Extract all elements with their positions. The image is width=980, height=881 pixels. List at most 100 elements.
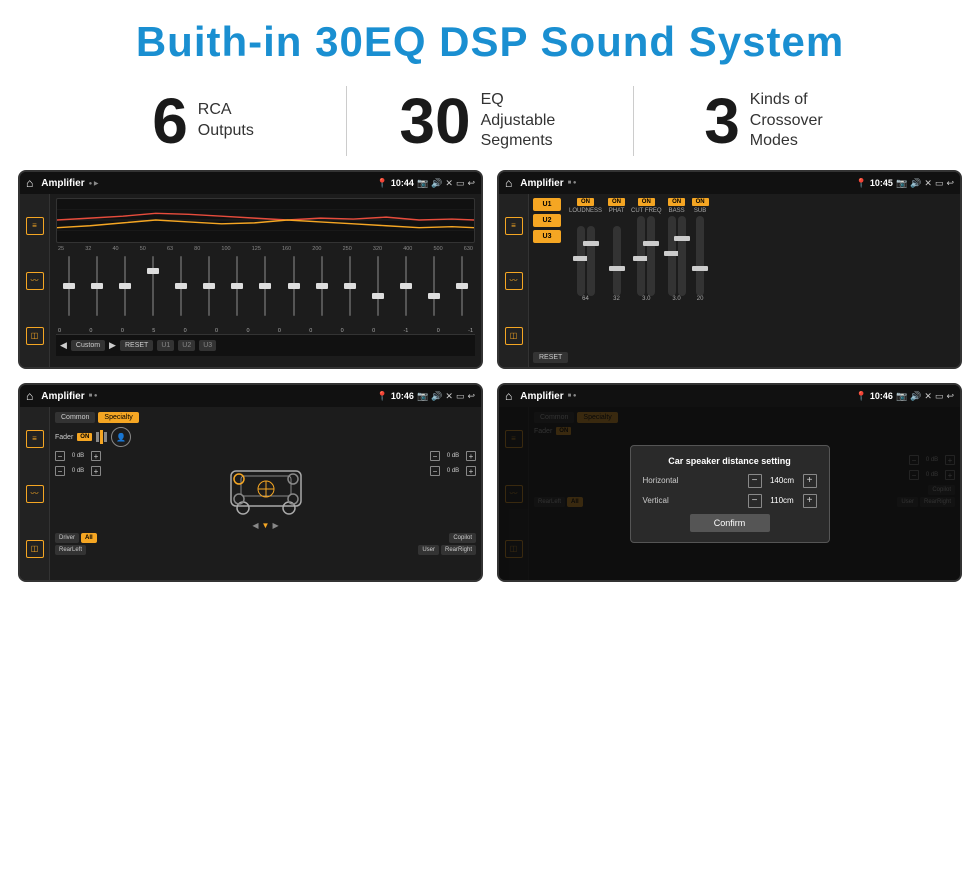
home-icon-4[interactable]: ⌂ — [505, 389, 512, 403]
amp-icon-1[interactable]: ≡ — [505, 217, 523, 235]
spk-icon-3[interactable]: ◫ — [26, 540, 44, 558]
btn-rearleft-3[interactable]: RearLeft — [55, 545, 86, 555]
home-icon-3[interactable]: ⌂ — [26, 389, 33, 403]
next-btn[interactable]: ▶ — [109, 340, 116, 351]
eq-slider-10[interactable] — [309, 256, 335, 326]
spk-icon-2[interactable]: 〰 — [26, 485, 44, 503]
screen-eq: ⌂ Amplifier ● ▶ 📍 10:44 📷 🔊 ✕ ▭ ↩ ≡ 〰 — [18, 170, 483, 369]
eq-icon-2[interactable]: 〰 — [26, 272, 44, 290]
eq-slider-6[interactable] — [196, 256, 222, 326]
spk-icon-1[interactable]: ≡ — [26, 430, 44, 448]
back-icon-1[interactable]: ↩ — [467, 178, 475, 189]
eq-sidebar: ≡ 〰 ◫ — [20, 194, 50, 367]
btn-user-3[interactable]: User — [418, 545, 439, 555]
fader-on-3[interactable]: ON — [77, 433, 92, 441]
eq-icon-3[interactable]: ◫ — [26, 327, 44, 345]
tab-specialty-3[interactable]: Specialty — [98, 412, 138, 423]
eq-slider-3[interactable] — [112, 256, 138, 326]
btn-copilot-3[interactable]: Copilot — [449, 533, 476, 543]
rl-value-3: 0 dB — [67, 468, 89, 474]
dialog-title: Car speaker distance setting — [643, 456, 817, 466]
eq-slider-12[interactable] — [365, 256, 391, 326]
x-icon-3: ✕ — [445, 391, 453, 402]
head-unit-eq: ⌂ Amplifier ● ▶ 📍 10:44 📷 🔊 ✕ ▭ ↩ ≡ 〰 — [20, 172, 481, 367]
fr-minus-3[interactable]: − — [430, 451, 440, 461]
btn-driver-3[interactable]: Driver — [55, 533, 79, 543]
speaker-main-3: Common Specialty Fader ON 👤 — [50, 407, 481, 580]
arr-right-3[interactable]: ▶ — [272, 521, 278, 530]
eq-slider-13[interactable] — [393, 256, 419, 326]
cutfreq-slider-f[interactable] — [637, 216, 645, 296]
sub-value: 20 — [697, 296, 704, 302]
eq-slider-15[interactable] — [449, 256, 475, 326]
back-icon-3[interactable]: ↩ — [467, 391, 475, 402]
preset-u3[interactable]: U3 — [533, 230, 561, 243]
bass-slider-g[interactable] — [678, 216, 686, 296]
eq-slider-2[interactable] — [84, 256, 110, 326]
prev-btn[interactable]: ◀ — [60, 340, 67, 351]
back-icon-4[interactable]: ↩ — [946, 391, 954, 402]
u3-btn[interactable]: U3 — [199, 340, 216, 351]
eq-slider-8[interactable] — [252, 256, 278, 326]
amp-reset-btn[interactable]: RESET — [533, 352, 568, 363]
arr-left-3[interactable]: ◀ — [252, 521, 258, 530]
amp-main: U1 U2 U3 ON LOUDNESS — [529, 194, 960, 367]
cutfreq-on[interactable]: ON — [638, 198, 655, 206]
rl-minus-3[interactable]: − — [55, 466, 65, 476]
amp-icon-2[interactable]: 〰 — [505, 272, 523, 290]
u2-btn[interactable]: U2 — [178, 340, 195, 351]
u1-btn[interactable]: U1 — [157, 340, 174, 351]
fl-plus-3[interactable]: + — [91, 451, 101, 461]
vertical-minus[interactable]: − — [748, 494, 762, 508]
vertical-plus[interactable]: + — [803, 494, 817, 508]
horizontal-minus[interactable]: − — [748, 474, 762, 488]
custom-btn[interactable]: Custom — [71, 340, 105, 351]
eq-slider-5[interactable] — [168, 256, 194, 326]
btn-rearright-3[interactable]: RearRight — [441, 545, 476, 555]
confirm-button[interactable]: Confirm — [690, 514, 770, 532]
reset-btn[interactable]: RESET — [120, 340, 153, 351]
vol-icon-2: 🔊 — [910, 178, 921, 189]
x-icon-1: ✕ — [445, 178, 453, 189]
home-icon-2[interactable]: ⌂ — [505, 176, 512, 190]
indicator-dots-4: ■ ● — [568, 393, 577, 399]
sub-on[interactable]: ON — [692, 198, 709, 206]
fader-lines-3 — [96, 430, 107, 444]
fader-icon-3[interactable]: 👤 — [111, 427, 131, 447]
eq-slider-7[interactable] — [224, 256, 250, 326]
rr-minus-3[interactable]: − — [430, 466, 440, 476]
phat-slider[interactable] — [613, 226, 621, 296]
eq-slider-14[interactable] — [421, 256, 447, 326]
loudness-on[interactable]: ON — [577, 198, 594, 206]
eq-slider-4[interactable] — [140, 256, 166, 326]
btn-all-3[interactable]: All — [81, 533, 97, 543]
stat-eq-number: 30 — [399, 89, 470, 153]
sub-slider[interactable] — [696, 216, 704, 296]
eq-icon-1[interactable]: ≡ — [26, 217, 44, 235]
fr-plus-3[interactable]: + — [466, 451, 476, 461]
rl-plus-3[interactable]: + — [91, 466, 101, 476]
rr-plus-3[interactable]: + — [466, 466, 476, 476]
horizontal-plus[interactable]: + — [803, 474, 817, 488]
home-icon-1[interactable]: ⌂ — [26, 176, 33, 190]
left-controls-3: − 0 dB + − 0 dB + — [55, 451, 101, 530]
eq-slider-1[interactable] — [56, 256, 82, 326]
phat-on[interactable]: ON — [608, 198, 625, 206]
tab-common-3[interactable]: Common — [55, 412, 95, 423]
preset-u1[interactable]: U1 — [533, 198, 561, 211]
preset-u2[interactable]: U2 — [533, 214, 561, 227]
amp-icon-3[interactable]: ◫ — [505, 327, 523, 345]
bass-slider-f[interactable] — [668, 216, 676, 296]
arr-down-3[interactable]: ▼ — [262, 521, 270, 530]
bass-on[interactable]: ON — [668, 198, 685, 206]
eq-slider-11[interactable] — [337, 256, 363, 326]
head-unit-amp: ⌂ Amplifier ■ ● 📍 10:45 📷 🔊 ✕ ▭ ↩ ≡ 〰 — [499, 172, 960, 367]
back-icon-2[interactable]: ↩ — [946, 178, 954, 189]
loudness-slider-l[interactable] — [577, 226, 585, 296]
cutfreq-slider-g[interactable] — [647, 216, 655, 296]
rr-value-3: 0 dB — [442, 468, 464, 474]
fl-minus-3[interactable]: − — [55, 451, 65, 461]
eq-slider-9[interactable] — [281, 256, 307, 326]
loudness-slider-r[interactable] — [587, 226, 595, 296]
eq-sliders-row — [56, 256, 475, 326]
